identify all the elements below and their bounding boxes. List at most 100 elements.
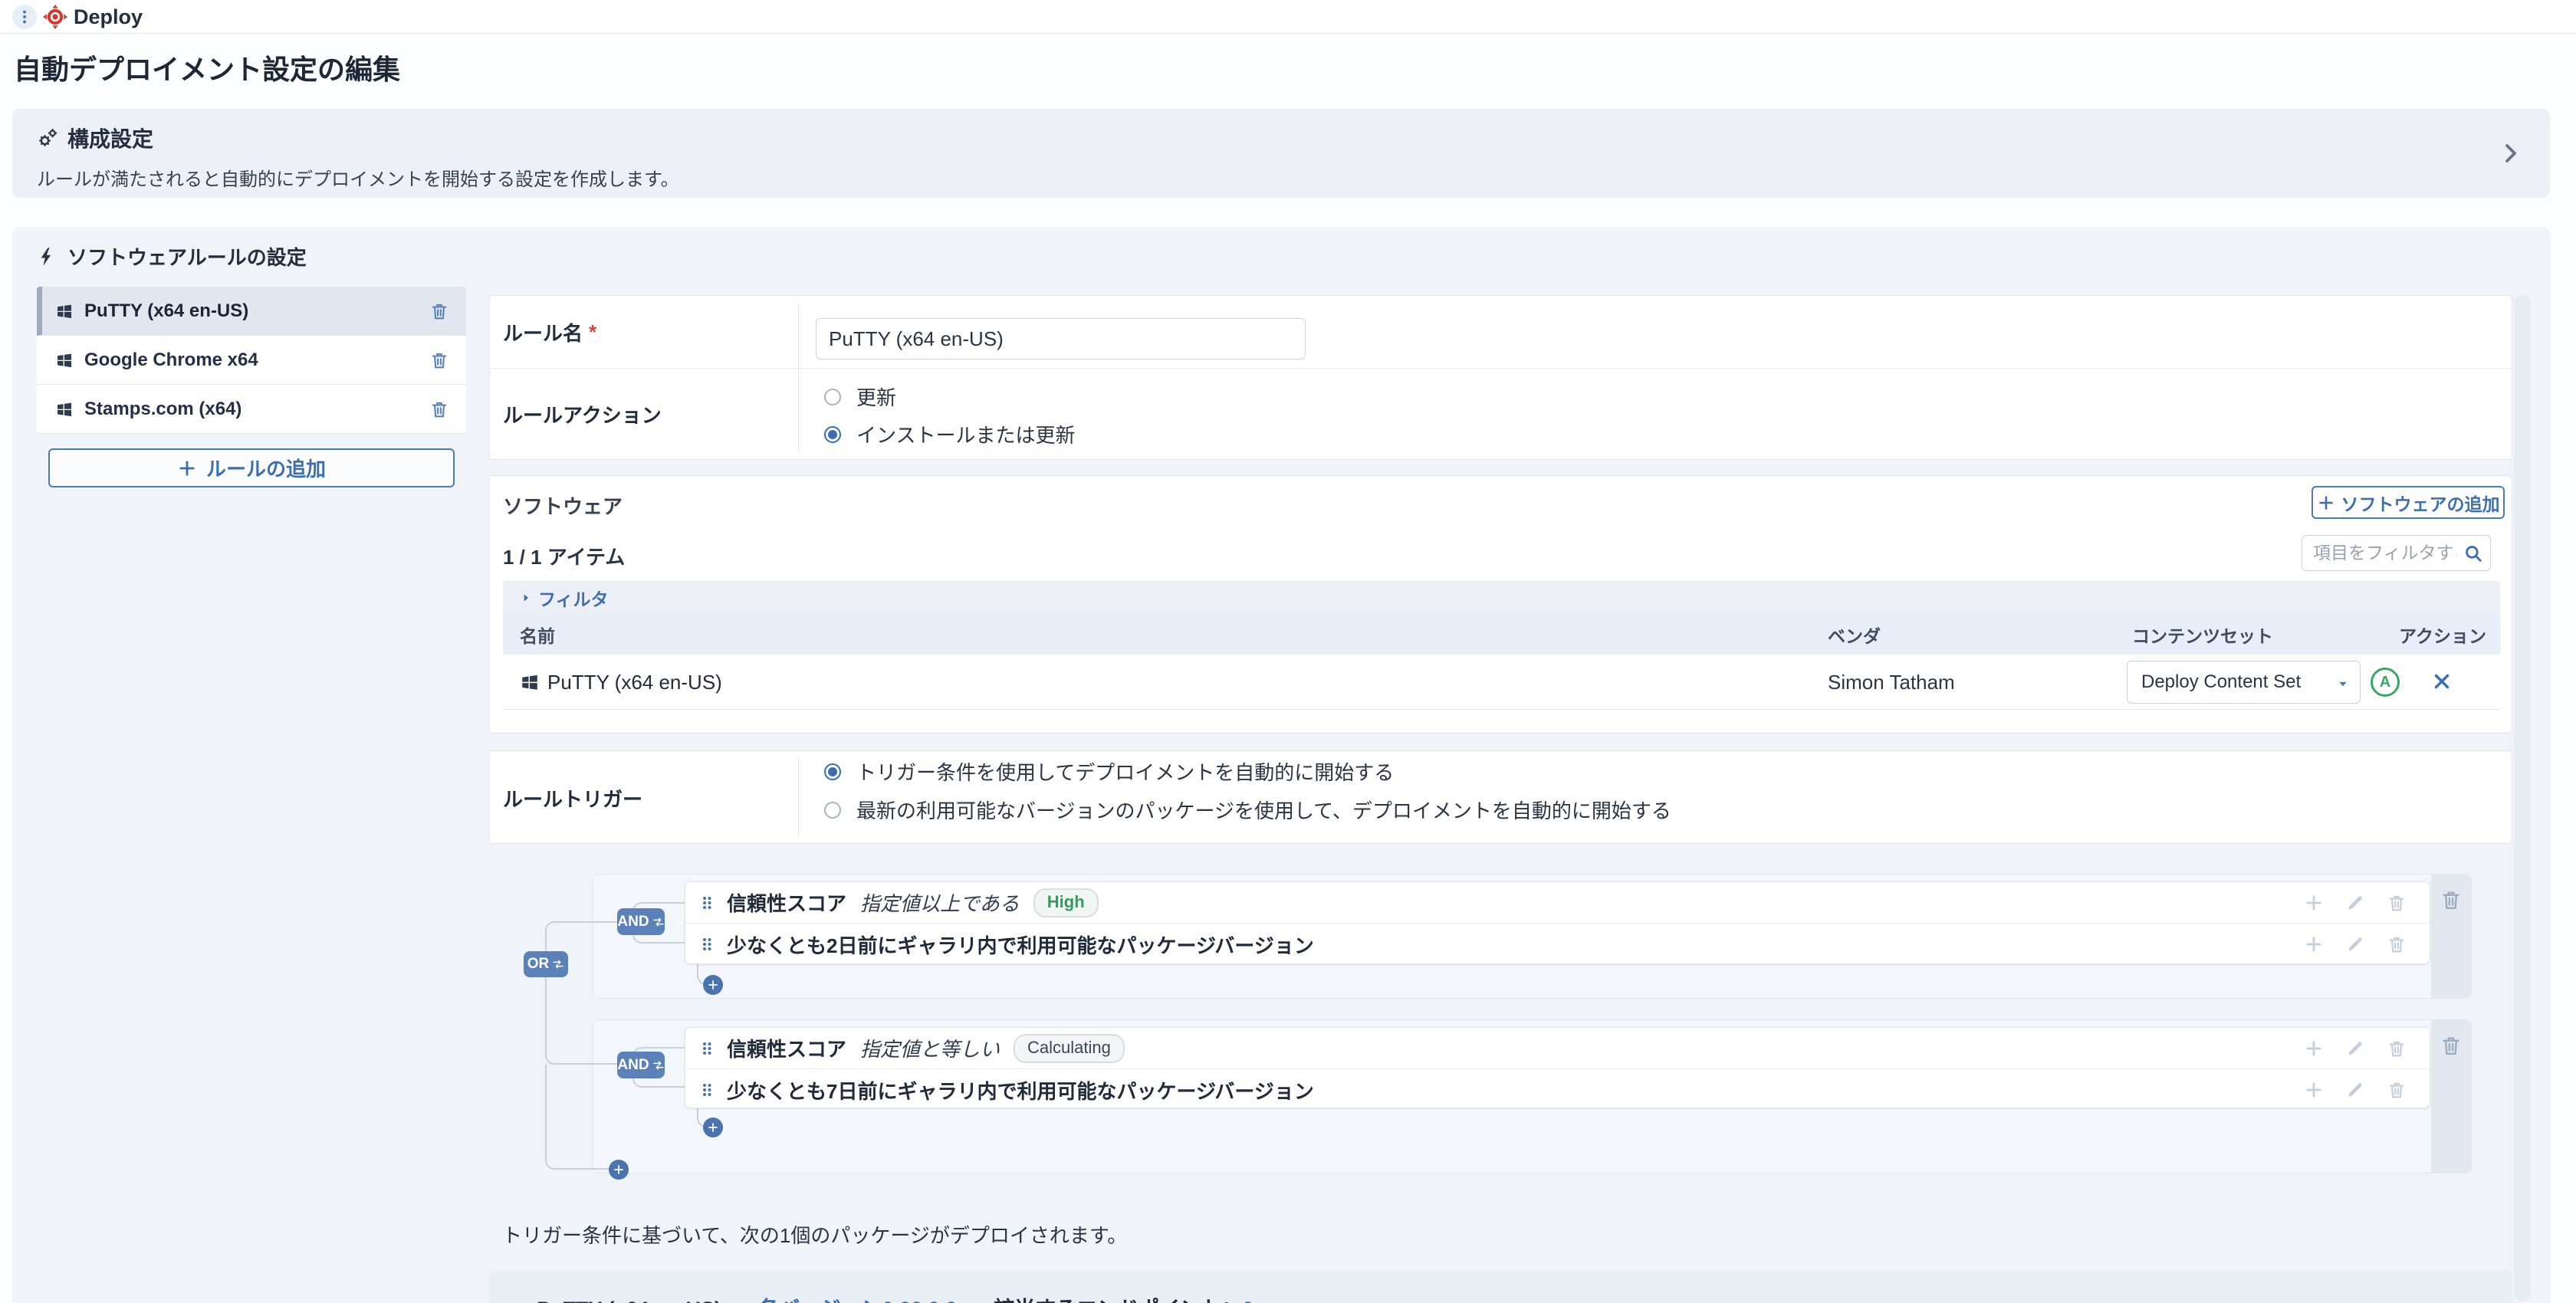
delete-condition-icon[interactable] [2387, 1039, 2407, 1058]
and-label: AND [617, 1057, 649, 1074]
condition-card-2: 信頼性スコア 指定値と等しい Calculating 少なくとも7日前にギャラリ… [685, 1027, 2430, 1108]
edit-condition-icon[interactable] [2345, 893, 2365, 913]
caret-right-icon [520, 592, 532, 604]
radio-selected[interactable] [824, 763, 841, 780]
plus-icon [177, 458, 197, 478]
edit-condition-icon[interactable] [2345, 934, 2365, 954]
add-condition-group-button[interactable] [609, 1160, 629, 1180]
or-label: OR [527, 956, 550, 973]
delete-condition-icon[interactable] [2387, 1080, 2407, 1100]
trigger-option-latest-version[interactable]: 最新の利用可能なバージョンのパッケージを使用して、デプロイメントを自動的に開始す… [824, 796, 1671, 824]
rule-item-stamps[interactable]: Stamps.com (x64) [37, 385, 466, 434]
config-settings-panel[interactable]: 構成設定 ルールが満たされると自動的にデプロイメントを開始する設定を作成します。 [12, 109, 2550, 198]
rule-item-chrome[interactable]: Google Chrome x64 [37, 336, 466, 385]
delete-group-button[interactable] [2431, 1020, 2471, 1173]
rule-form-card: ルール名 * ルールアクション 更新 インストールまたは更新 [489, 295, 2512, 460]
windows-icon [55, 400, 74, 418]
condition-row[interactable]: 信頼性スコア 指定値以上である High [685, 882, 2430, 924]
app-menu-button[interactable] [12, 5, 37, 29]
add-condition-to-group-button[interactable] [703, 975, 723, 995]
filter-toggle[interactable]: フィルタ [503, 581, 2500, 614]
condition-row[interactable]: 少なくとも2日前にギャラリ内で利用可能なパッケージバージョン [685, 924, 2430, 965]
software-heading: ソフトウェア [503, 491, 623, 520]
condition-actions [2304, 1039, 2430, 1058]
applicability-badge[interactable]: A [2371, 668, 2400, 697]
rule-name-label: ルール名 * [503, 296, 596, 368]
item-count: 1 / 1 アイテム [503, 542, 625, 570]
delete-rule-icon[interactable] [429, 301, 449, 321]
delete-rule-icon[interactable] [429, 399, 449, 419]
edit-condition-icon[interactable] [2345, 1039, 2365, 1058]
deploy-logo-icon [43, 5, 67, 29]
delete-rule-icon[interactable] [429, 350, 449, 370]
trigger-summary-text: トリガー条件に基づいて、次の1個のパッケージがデプロイされます。 [502, 1220, 1127, 1249]
rule-list: PuTTY (x64 en-US) Google Chrome x64 Stam… [37, 287, 466, 434]
add-software-button[interactable]: ソフトウェアの追加 [2312, 486, 2505, 519]
add-condition-to-group-button[interactable] [703, 1118, 723, 1137]
edit-condition-icon[interactable] [2345, 1080, 2365, 1100]
app-name: Deploy [74, 0, 143, 34]
page-title: 自動デプロイメント設定の編集 [14, 48, 400, 87]
and-operator-badge[interactable]: AND [617, 1052, 665, 1078]
radio-selected[interactable] [824, 426, 841, 443]
software-card: ソフトウェア ソフトウェアの追加 1 / 1 アイテム フィルタ 名前 ベンダ … [489, 475, 2512, 734]
package-version-link[interactable]: 各バージョン0.00.0.0 [758, 1292, 957, 1303]
trigger-option-conditions[interactable]: トリガー条件を使用してデプロイメントを自動的に開始する [824, 757, 1394, 786]
drag-handle-icon[interactable] [698, 894, 716, 912]
drag-handle-icon[interactable] [698, 935, 716, 953]
rule-item-label: Google Chrome x64 [84, 350, 429, 371]
delete-condition-icon[interactable] [2387, 934, 2407, 954]
add-rule-button[interactable]: ルールの追加 [48, 448, 455, 487]
rule-name-label-text: ルール名 [503, 318, 583, 346]
remove-software-icon[interactable] [2430, 670, 2453, 693]
rule-trigger-label-text: ルールトリガー [503, 784, 642, 812]
filter-items-input[interactable] [2302, 535, 2491, 571]
condition-name: 信頼性スコア [727, 1034, 846, 1062]
content-set-select[interactable]: Deploy Content Set [2127, 661, 2361, 704]
swap-icon [652, 1059, 665, 1072]
plus-icon [613, 1164, 625, 1176]
radio-label: 更新 [856, 382, 896, 411]
add-condition-icon[interactable] [2304, 1039, 2324, 1058]
form-divider [798, 757, 799, 837]
column-name: 名前 [520, 614, 555, 655]
add-condition-icon[interactable] [2304, 934, 2324, 954]
plus-icon [707, 979, 719, 991]
row-divider [490, 368, 2512, 369]
rule-action-option-update[interactable]: 更新 [824, 382, 896, 411]
drag-handle-icon[interactable] [698, 1039, 716, 1058]
rule-name-input[interactable] [816, 318, 1306, 359]
software-name: PuTTY (x64 en-US) [547, 655, 722, 710]
radio-unselected[interactable] [824, 389, 841, 405]
rule-item-label: Stamps.com (x64) [84, 399, 429, 420]
search-icon[interactable] [2463, 543, 2483, 563]
condition-row[interactable]: 少なくとも7日前にギャラリ内で利用可能なパッケージバージョン [685, 1069, 2430, 1111]
and-operator-badge[interactable]: AND [617, 908, 665, 935]
package-name: PuTTY (x64 en-US) [537, 1298, 721, 1303]
swap-icon [552, 958, 564, 970]
add-condition-icon[interactable] [2304, 893, 2324, 913]
chevron-right-icon[interactable] [2498, 141, 2522, 166]
radio-unselected[interactable] [824, 802, 841, 819]
condition-row[interactable]: 信頼性スコア 指定値と等しい Calculating [685, 1028, 2430, 1069]
rule-action-option-install-or-update[interactable]: インストールまたは更新 [824, 420, 1075, 448]
rule-item-putty[interactable]: PuTTY (x64 en-US) [37, 287, 466, 336]
windows-icon [55, 302, 74, 320]
drag-handle-icon[interactable] [698, 1081, 716, 1099]
delete-group-button[interactable] [2431, 875, 2471, 998]
windows-icon [55, 351, 74, 369]
endpoints-value: 0 [1242, 1298, 1254, 1303]
radio-label: トリガー条件を使用してデプロイメントを自動的に開始する [856, 757, 1394, 786]
condition-value-badge: High [1033, 888, 1099, 917]
windows-icon [520, 672, 540, 692]
add-condition-icon[interactable] [2304, 1080, 2324, 1100]
condition-operator: 指定値以上である [860, 888, 1020, 917]
or-operator-badge[interactable]: OR [524, 951, 568, 977]
delete-condition-icon[interactable] [2387, 893, 2407, 913]
and-label: AND [617, 914, 649, 930]
config-settings-title-text: 構成設定 [67, 123, 153, 153]
connector-or-plus [545, 1065, 619, 1170]
filter-input-wrap [2302, 535, 2491, 571]
config-settings-description: ルールが満たされると自動的にデプロイメントを開始する設定を作成します。 [37, 164, 679, 191]
pane-scrollbar[interactable] [2514, 295, 2531, 1301]
